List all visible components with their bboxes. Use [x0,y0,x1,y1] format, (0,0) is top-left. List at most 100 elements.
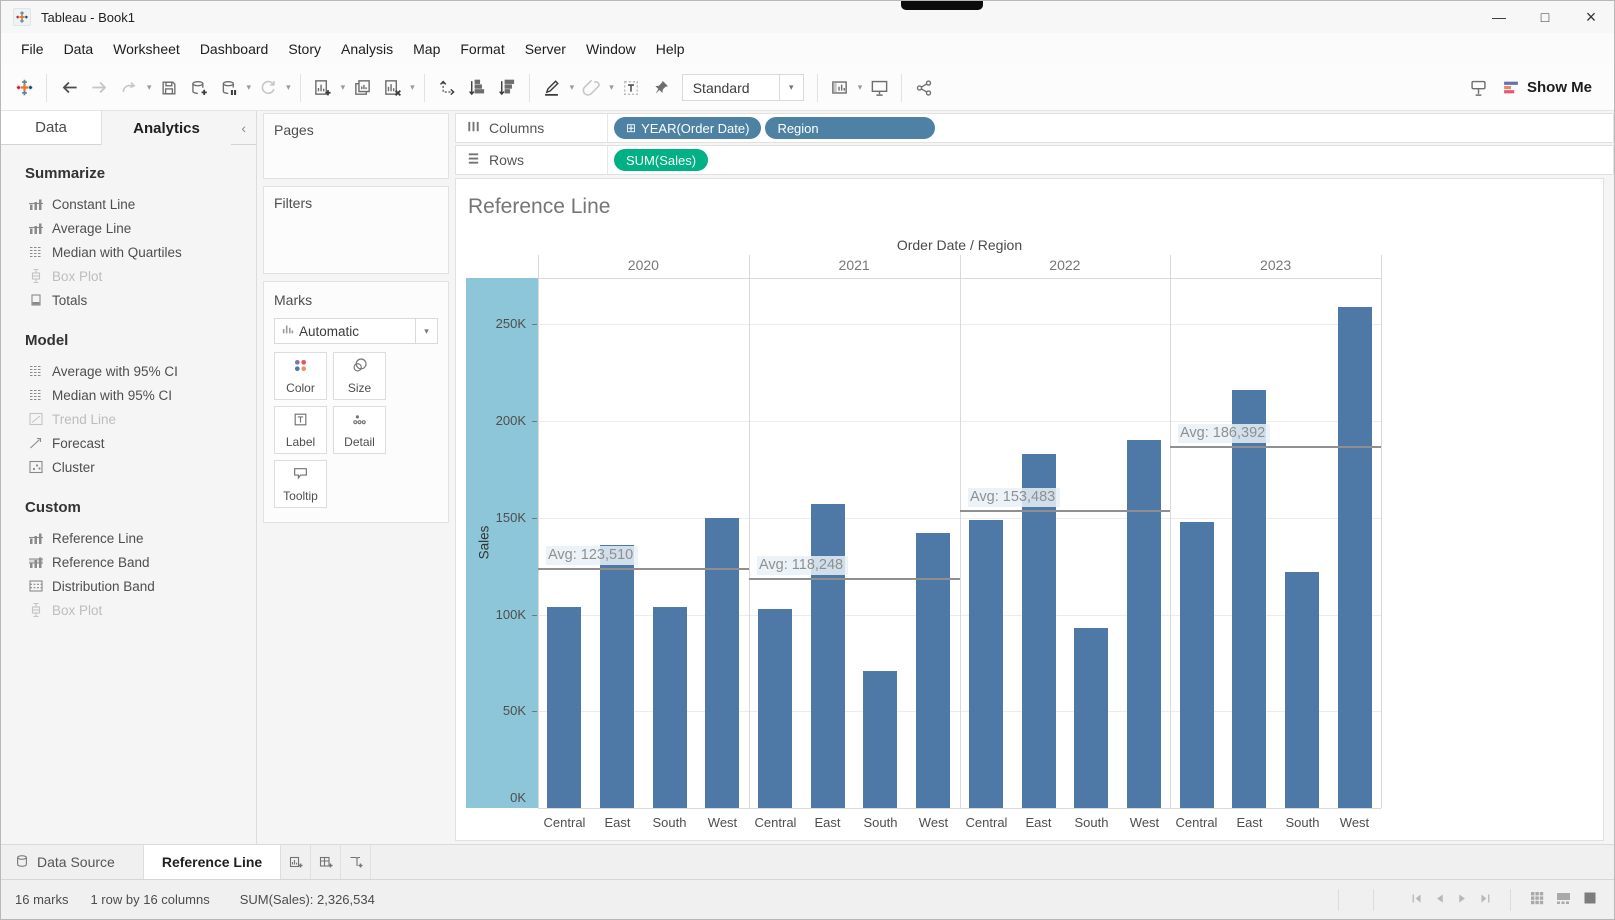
clear-sheet-button[interactable] [377,71,407,105]
menu-story[interactable]: Story [278,36,331,62]
bar-2022-south[interactable] [1074,628,1108,808]
new-dashboard-tab-button[interactable] [311,845,341,879]
bar-2020-south[interactable] [653,607,687,808]
replay-caret-icon[interactable]: ▾ [145,82,154,93]
bar-2023-central[interactable] [1180,522,1214,808]
expand-hierarchy-icon[interactable]: ⊞ [626,121,636,135]
x-axis-label-east[interactable]: East [591,815,644,830]
reference-line-2022[interactable] [960,510,1171,512]
year-header-2022[interactable]: 2022 [960,257,1171,273]
menu-window[interactable]: Window [576,36,646,62]
year-header-2021[interactable]: 2021 [749,257,960,273]
auto-updates-caret-icon[interactable]: ▾ [245,82,254,93]
collapse-panel-icon[interactable]: ‹ [231,111,256,145]
show-mark-labels-button[interactable] [616,71,646,105]
maximize-button[interactable]: □ [1522,1,1568,33]
bar-2020-central[interactable] [547,607,581,808]
minimize-button[interactable]: — [1476,1,1522,33]
analytics-item-totals[interactable]: Totals [1,288,256,312]
pill-region[interactable]: Region [765,117,935,139]
reference-line-2023[interactable] [1170,446,1381,448]
column-field-header[interactable]: Order Date / Region [538,237,1381,253]
detail-button[interactable]: Detail [333,406,386,454]
show-sheet-tabs-icon[interactable] [1529,890,1545,909]
fit-selector[interactable]: Standard ▾ [682,74,804,101]
highlight-button[interactable] [537,71,567,105]
data-source-tab[interactable]: Data Source [1,845,143,879]
menu-data[interactable]: Data [54,36,104,62]
sort-descending-button[interactable] [492,71,522,105]
bar-2021-east[interactable] [811,504,845,808]
fit-selector-caret-icon[interactable]: ▾ [779,75,803,100]
tableau-logo-icon[interactable] [9,71,39,105]
bar-2020-east[interactable] [600,545,634,808]
swap-rows-columns-button[interactable] [432,71,462,105]
x-axis-label-east[interactable]: East [1223,815,1276,830]
menu-map[interactable]: Map [403,36,450,62]
x-axis-label-central[interactable]: Central [538,815,591,830]
x-axis-label-west[interactable]: West [1118,815,1171,830]
tooltip-button[interactable]: Tooltip [274,460,327,508]
tooltip-flag-icon[interactable] [1464,71,1494,105]
sheet-title[interactable]: Reference Line [468,195,610,219]
pill-year-order-date-[interactable]: ⊞YEAR(Order Date) [614,117,761,139]
bar-2021-central[interactable] [758,609,792,808]
x-axis-label-west[interactable]: West [907,815,960,830]
bar-2022-central[interactable] [969,520,1003,808]
run-update-caret-icon[interactable]: ▾ [284,82,293,93]
show-hide-cards-button[interactable] [825,71,855,105]
analytics-item-average-with-95-ci[interactable]: Average with 95% CI [1,359,256,383]
x-axis-label-east[interactable]: East [801,815,854,830]
x-axis-label-central[interactable]: Central [1170,815,1223,830]
last-sheet-icon[interactable] [1479,892,1492,908]
menu-server[interactable]: Server [515,36,576,62]
analytics-item-reference-line[interactable]: Reference Line [1,526,256,550]
analytics-item-forecast[interactable]: Forecast [1,431,256,455]
sheet-tab-reference-line[interactable]: Reference Line [143,845,281,879]
show-me-button[interactable]: Show Me [1502,71,1592,105]
tab-data[interactable]: Data [1,111,101,145]
sort-ascending-button[interactable] [462,71,492,105]
presentation-mode-button[interactable] [864,71,894,105]
menu-dashboard[interactable]: Dashboard [190,36,279,62]
analytics-item-reference-band[interactable]: Reference Band [1,550,256,574]
clear-sheet-caret-icon[interactable]: ▾ [408,82,417,93]
year-header-2023[interactable]: 2023 [1170,257,1381,273]
x-axis-label-west[interactable]: West [696,815,749,830]
share-button[interactable] [909,71,939,105]
menu-worksheet[interactable]: Worksheet [103,36,190,62]
x-axis-label-south[interactable]: South [1065,815,1118,830]
label-button[interactable]: Label [274,406,327,454]
x-axis-label-central[interactable]: Central [960,815,1013,830]
menu-file[interactable]: File [11,36,54,62]
reference-line-label-2020[interactable]: Avg: 123,510 [546,546,638,565]
reference-line-label-2021[interactable]: Avg: 118,248 [757,556,848,575]
undo-button[interactable] [54,71,84,105]
x-axis-label-east[interactable]: East [1012,815,1065,830]
filmstrip-view-icon[interactable] [1555,890,1572,909]
highlight-caret-icon[interactable]: ▾ [568,82,577,93]
filters-card[interactable]: Filters [263,186,449,274]
mark-type-selector[interactable]: Automatic ▾ [274,318,438,344]
reference-line-2021[interactable] [749,578,960,580]
analytics-item-constant-line[interactable]: Constant Line [1,192,256,216]
color-button[interactable]: Color [274,352,327,400]
run-update-button[interactable] [253,71,283,105]
x-axis-label-south[interactable]: South [643,815,696,830]
columns-shelf[interactable]: Columns ⊞YEAR(Order Date)Region [455,113,1614,143]
y-axis-title[interactable]: Sales [477,523,492,563]
x-axis-label-west[interactable]: West [1328,815,1381,830]
analytics-item-distribution-band[interactable]: Distribution Band [1,574,256,598]
new-story-tab-button[interactable] [341,845,371,879]
duplicate-sheet-button[interactable] [347,71,377,105]
pause-auto-updates-button[interactable] [214,71,244,105]
bar-2021-south[interactable] [863,671,897,808]
reference-line-2020[interactable] [538,568,749,570]
analytics-item-average-line[interactable]: Average Line [1,216,256,240]
x-axis-label-south[interactable]: South [1276,815,1329,830]
redo-button[interactable] [84,71,114,105]
previous-sheet-icon[interactable] [1433,892,1446,908]
pill-sum-sales-[interactable]: SUM(Sales) [614,149,708,171]
analytics-item-median-with-95-ci[interactable]: Median with 95% CI [1,383,256,407]
mark-type-caret-icon[interactable]: ▾ [415,319,437,343]
